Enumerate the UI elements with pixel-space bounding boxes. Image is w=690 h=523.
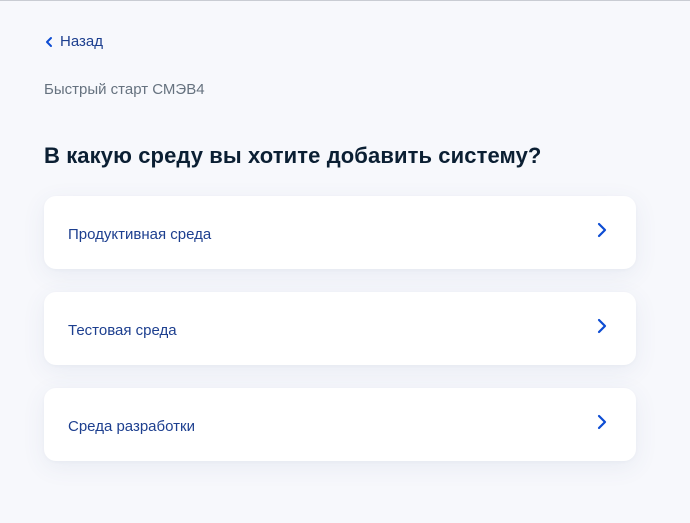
back-link-label: Назад [60,33,103,50]
chevron-right-icon [597,222,607,237]
chevron-right-icon [597,414,607,429]
breadcrumb-subtitle: Быстрый старт СМЭВ4 [44,81,205,98]
option-test[interactable]: Тестовая среда [44,292,636,365]
option-label: Продуктивная среда [68,226,212,243]
page-title: В какую среду вы хотите добавить систему… [44,143,542,168]
option-label: Среда разработки [68,418,195,435]
option-label: Тестовая среда [68,322,177,339]
option-development[interactable]: Среда разработки [44,388,636,461]
back-link[interactable]: Назад [44,33,103,50]
chevron-right-icon [597,318,607,333]
environment-options-list: Продуктивная среда Тестовая среда Среда … [44,196,636,484]
option-production[interactable]: Продуктивная среда [44,196,636,269]
chevron-left-icon [46,36,52,47]
top-divider [0,0,690,5]
